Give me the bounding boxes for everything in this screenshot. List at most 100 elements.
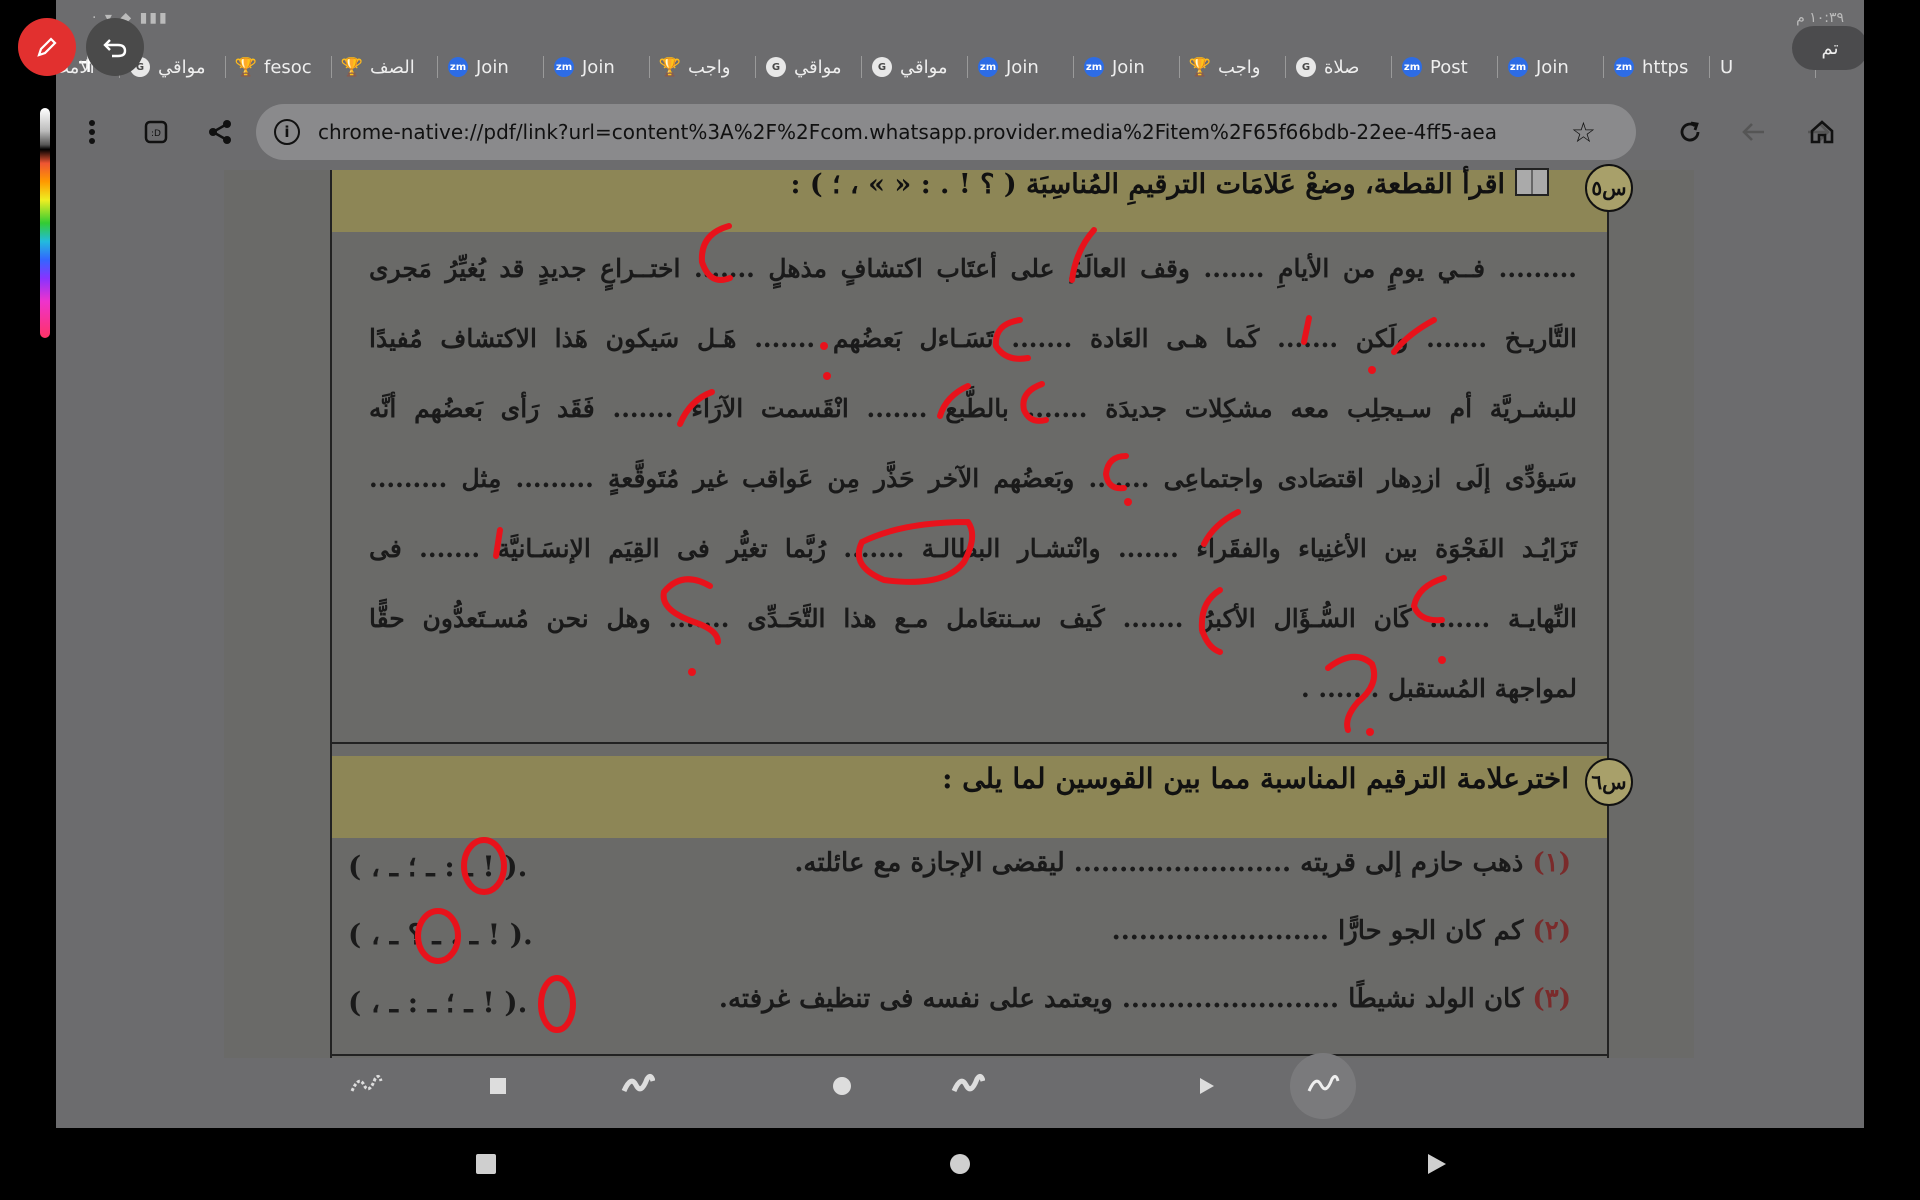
exercise-item-1: (١) ذهب حازم إلى قريته .................… [794, 848, 1571, 878]
share-icon[interactable] [200, 112, 240, 152]
pdf-viewer[interactable]: س٥ اقرأ القطعة، وضعْ عَلامَات الترقيمِ ا… [224, 164, 1694, 1058]
passage-line: ......... فــي يومٍ من الأيامِ ....... و… [369, 254, 1577, 283]
tab-title: U [1720, 56, 1734, 78]
browser-tab[interactable]: G مواقي [862, 42, 968, 92]
exercise-item-2: (٢) كم كان الجو حارًّا .................… [1112, 916, 1571, 946]
tab-separator [1073, 56, 1074, 78]
bookmark-star-icon[interactable]: ☆ [1571, 116, 1596, 149]
item-text: كان الولد نشيطًا .......................… [718, 984, 1524, 1014]
item-number: (٣) [1532, 984, 1571, 1014]
svg-text::D: :D [151, 129, 161, 139]
tab-separator [1709, 56, 1710, 78]
questions-frame: س٥ اقرأ القطعة، وضعْ عَلامَات الترقيمِ ا… [330, 164, 1633, 1058]
tab-title: Join [476, 56, 509, 78]
trophy-icon: 🏆 [340, 56, 364, 78]
draw-pen-button[interactable] [18, 18, 76, 76]
question6-title: اخترعلامة الترقيم المناسبة مما بين القوس… [942, 762, 1569, 795]
undo-button[interactable] [86, 18, 144, 76]
tab-title: Join [582, 56, 615, 78]
browser-tab[interactable]: zm Post [1392, 42, 1498, 92]
browser-tab[interactable]: zm Join [544, 42, 650, 92]
browser-tab[interactable]: 🏆 واجب [1180, 42, 1286, 92]
passage-line: للبشـريَّة أم سـيجلِب معه مشكِلات جديدَة… [369, 394, 1577, 423]
zoom-icon: zm [1084, 57, 1104, 77]
tab-separator [1179, 56, 1180, 78]
site-info-icon[interactable]: i [274, 119, 300, 145]
browser-tab[interactable]: G مواقي [756, 42, 862, 92]
browser-tab[interactable]: zm Join [1074, 42, 1180, 92]
passage-line: سَيؤدِّى إلَى ازدِهار اقتصَادى واجتماعِى… [369, 464, 1577, 493]
tab-separator [1603, 56, 1604, 78]
tab-title: Join [1536, 56, 1569, 78]
back-icon[interactable] [1734, 112, 1774, 152]
eraser-tool-icon[interactable] [344, 1064, 388, 1108]
question5-title: اقرأ القطعة، وضعْ عَلامَات الترقيمِ المُ… [791, 168, 1549, 200]
zoom-icon: zm [448, 57, 468, 77]
browser-tab[interactable]: zm Join [1498, 42, 1604, 92]
zoom-icon: zm [554, 57, 574, 77]
url-text[interactable]: chrome-native://pdf/link?url=content%3A%… [318, 120, 1498, 144]
system-navigation-bar [0, 1128, 1920, 1200]
tab-switcher-icon[interactable]: :D [136, 112, 176, 152]
browser-tab[interactable]: 🏆 fesoc [226, 42, 332, 92]
zoom-icon: zm [978, 57, 998, 77]
tab-separator [649, 56, 650, 78]
undo-icon [103, 39, 127, 58]
tab-strip: Uzm https zm Join zm Post G صلاة 🏆 واجب zm Join zm Jo… [56, 42, 1864, 92]
passage-line: النِّهايـة ....... كَان السُّـؤَال الأكب… [369, 604, 1577, 633]
browser-tab[interactable]: 🏆 واجب [650, 42, 756, 92]
browser-tab[interactable]: zm https [1604, 42, 1710, 92]
passage-line: التَّاريـخ ....... ولَكن ....... كَما هـ… [369, 324, 1577, 353]
section-divider [332, 742, 1607, 744]
stop-icon[interactable] [476, 1064, 520, 1108]
book-icon [1515, 168, 1549, 196]
highlighter-tool-icon[interactable] [946, 1064, 990, 1108]
tab-separator [225, 56, 226, 78]
browser-tab[interactable]: zm Join [968, 42, 1074, 92]
tab-separator [967, 56, 968, 78]
more-menu-icon[interactable] [72, 112, 112, 152]
browser-tab[interactable]: G صلاة [1286, 42, 1392, 92]
status-time: ١٠:٣٩ م [1796, 10, 1844, 26]
item-number: (٢) [1532, 916, 1571, 946]
tab-title: fesoc [264, 56, 312, 78]
tab-separator [755, 56, 756, 78]
browser-tab[interactable]: zm Join [438, 42, 544, 92]
browser-tab[interactable]: 🏆 الصف [332, 42, 438, 92]
status-bar: ⋅ ▾ ◆ ▮▮▮ ١٠:٣٩ م [56, 0, 1864, 38]
home-icon[interactable] [1802, 112, 1842, 152]
item-choices: ( ، ـ . ـ ؟ ـ ! ). [348, 918, 533, 951]
tab-title: مواقي [900, 56, 948, 78]
marker-tool-icon[interactable] [1290, 1053, 1356, 1119]
reload-icon[interactable] [1670, 112, 1710, 152]
tab-title: Post [1430, 56, 1468, 78]
item-choices: ( ، ـ ؛ ـ : ـ ! ). [348, 986, 528, 1019]
play-icon[interactable] [1184, 1064, 1228, 1108]
question6-number: س٦ [1585, 758, 1633, 806]
tab-separator [437, 56, 438, 78]
tab-title: واجب [688, 56, 731, 78]
tab-separator [861, 56, 862, 78]
done-button[interactable]: تم [1792, 26, 1864, 70]
tab-separator [331, 56, 332, 78]
zoom-icon: zm [1614, 57, 1634, 77]
home-circle-icon[interactable] [820, 1064, 864, 1108]
google-icon: G [766, 57, 786, 77]
tab-separator [1285, 56, 1286, 78]
recents-icon[interactable] [474, 1152, 498, 1176]
exercise-item-3: (٣) كان الولد نشيطًا ...................… [719, 984, 1571, 1014]
question5-number: س٥ [1585, 164, 1633, 212]
pen-tool-icon[interactable] [616, 1064, 660, 1108]
tab-separator [543, 56, 544, 78]
tab-separator [1497, 56, 1498, 78]
tab-title: Join [1112, 56, 1145, 78]
address-bar[interactable]: i chrome-native://pdf/link?url=content%3… [256, 104, 1636, 160]
item-text: ذهب حازم إلى قريته .....................… [794, 848, 1524, 878]
tab-title: مواقي [158, 56, 206, 78]
color-palette-slider[interactable] [40, 108, 50, 338]
annotation-toolbar [56, 1042, 1864, 1128]
google-icon: G [1296, 57, 1316, 77]
back-triangle-icon[interactable] [1424, 1152, 1448, 1176]
trophy-icon: 🏆 [1188, 56, 1212, 78]
home-button-icon[interactable] [948, 1152, 972, 1176]
